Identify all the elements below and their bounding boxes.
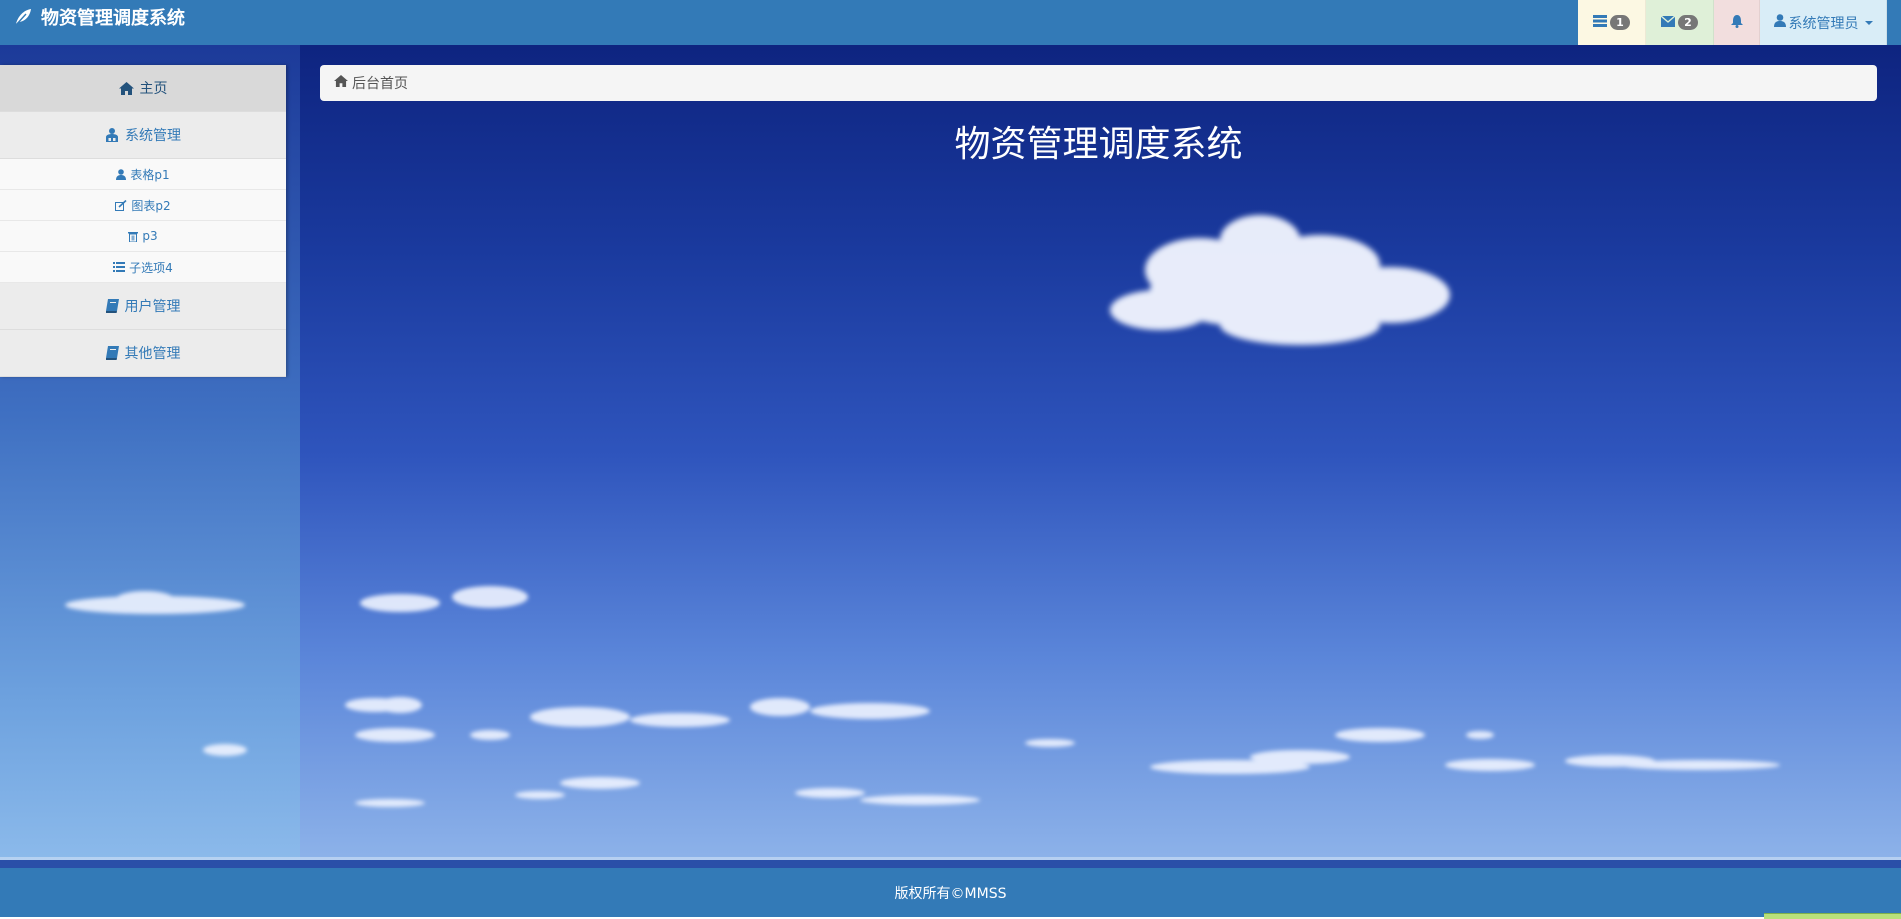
book-icon [105, 346, 119, 360]
sidebar-subitem-chart-p2[interactable]: 图表p2 [0, 190, 286, 221]
sidebar-item-label: 其他管理 [124, 346, 181, 362]
sidebar-subitem-4[interactable]: 子选项4 [0, 252, 286, 283]
sidebar-item-home[interactable]: 主页 [0, 65, 286, 112]
sidebar-subitem-label: 表格p1 [130, 167, 170, 182]
bell-icon [1730, 14, 1743, 32]
sitemap-icon [105, 128, 119, 142]
tasks-dropdown-button[interactable]: 1 [1578, 0, 1646, 45]
alerts-dropdown-button[interactable] [1714, 0, 1760, 45]
messages-dropdown-button[interactable]: 2 [1646, 0, 1714, 45]
sidebar-item-system-management[interactable]: 系统管理 [0, 112, 286, 159]
user-dropdown-button[interactable]: 系统管理员 [1760, 0, 1887, 45]
top-navbar: 物资管理调度系统 1 2 系统管理员 [0, 0, 1901, 45]
tasks-badge: 1 [1610, 15, 1630, 30]
page-title: 物资管理调度系统 [954, 124, 1243, 165]
sidebar-subitem-label: 子选项4 [129, 260, 173, 275]
user-label: 系统管理员 [1788, 15, 1859, 32]
copyright-text: 版权所有©MMSS [894, 885, 1007, 902]
sidebar-item-other-management[interactable]: 其他管理 [0, 330, 286, 377]
leaf-icon [14, 8, 32, 26]
brand[interactable]: 物资管理调度系统 [14, 3, 185, 31]
sidebar-item-label: 系统管理 [125, 128, 181, 144]
sidebar: 主页 系统管理 表格p1 图表p2 p3 子选项4 用户管理 其他管理 [0, 65, 286, 377]
sidebar-item-label: 主页 [139, 81, 168, 97]
chevron-down-icon [1864, 20, 1873, 25]
breadcrumb-home-link[interactable]: 后台首页 [352, 73, 408, 93]
brand-title: 物资管理调度系统 [41, 8, 185, 29]
user-icon [1773, 14, 1786, 31]
navbar-right-menu: 1 2 系统管理员 [1578, 0, 1887, 45]
home-icon [334, 75, 348, 91]
trash-icon [128, 231, 139, 242]
corner-strip [1764, 913, 1901, 919]
sidebar-subitem-label: 图表p2 [131, 198, 171, 213]
list-icon [113, 262, 126, 272]
messages-badge: 2 [1678, 15, 1698, 30]
sidebar-item-label: 用户管理 [124, 299, 181, 315]
footer: 版权所有©MMSS [0, 868, 1901, 917]
sidebar-item-user-management[interactable]: 用户管理 [0, 283, 286, 330]
home-icon [118, 81, 134, 95]
book-icon [105, 299, 119, 313]
edit-icon [115, 199, 127, 211]
envelope-icon [1660, 14, 1676, 31]
breadcrumb: 后台首页 [320, 65, 1877, 101]
sidebar-subitem-p3[interactable]: p3 [0, 221, 286, 252]
sidebar-subitem-table-p1[interactable]: 表格p1 [0, 159, 286, 190]
sidebar-subitem-label: p3 [142, 229, 158, 243]
tasks-icon [1593, 14, 1607, 31]
user-icon [116, 168, 127, 180]
